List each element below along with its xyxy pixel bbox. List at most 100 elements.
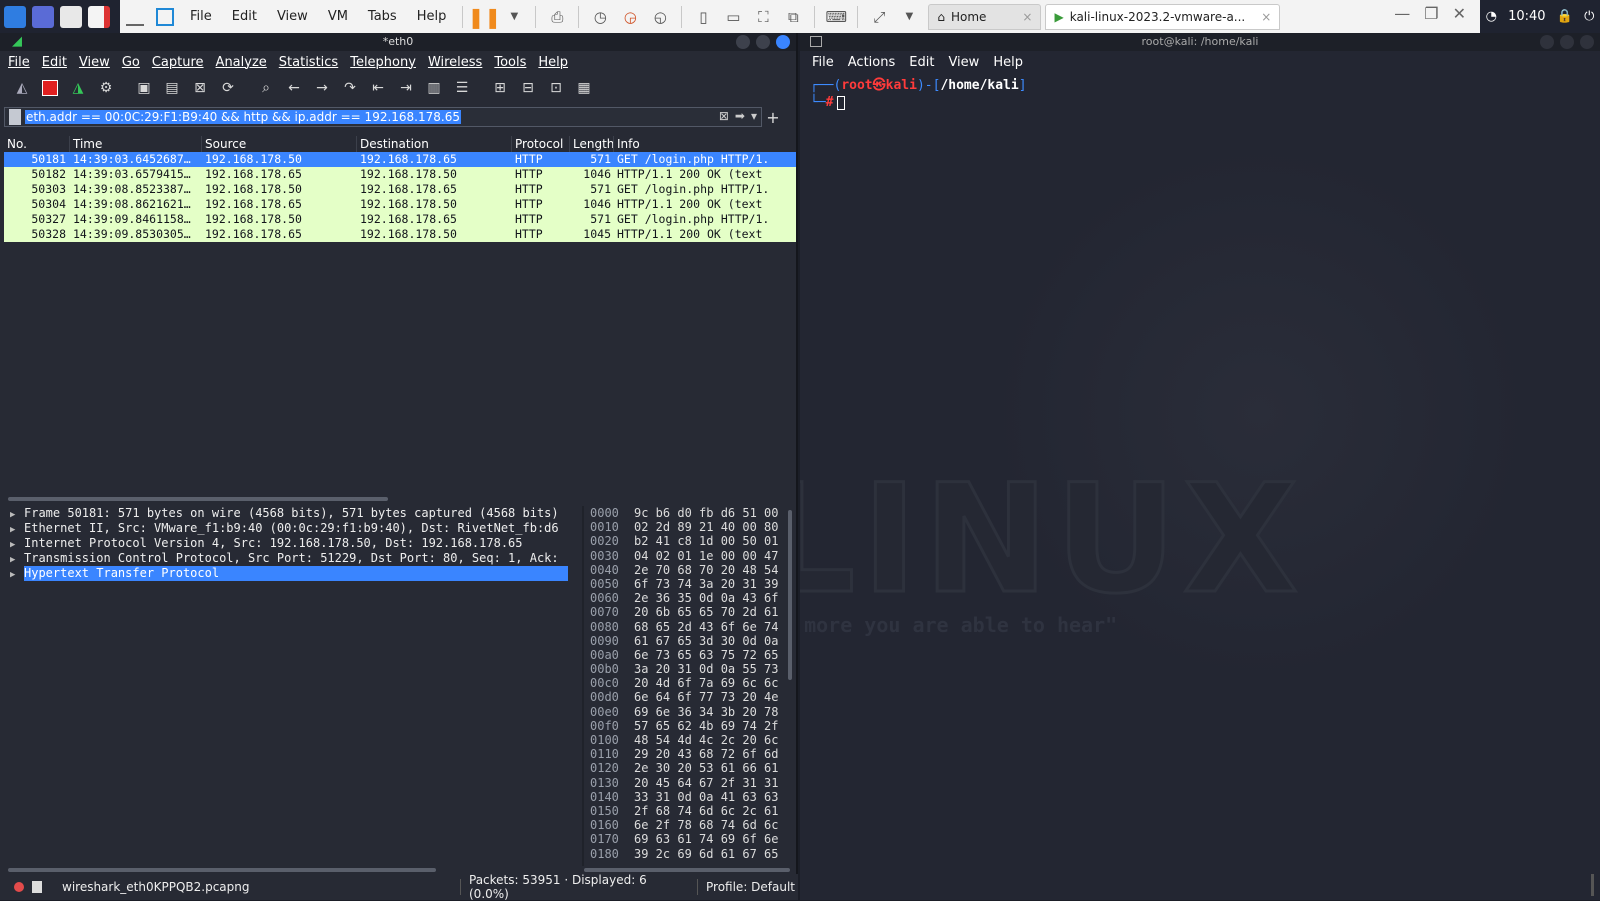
fullscreen-icon[interactable]: ⛶ [752,6,774,28]
autoscroll-icon[interactable]: ▥ [422,76,446,100]
packet-row[interactable]: 50181 14:39:03.6452687… 192.168.178.50 1… [4,152,796,167]
packet-row[interactable]: 50304 14:39:08.8621621… 192.168.178.65 1… [4,197,796,212]
hex-row[interactable]: 0150 2f 68 74 6d 6c 2c 61 [590,804,790,818]
comment-icon[interactable] [32,881,42,893]
menu-edit[interactable]: Edit [909,55,934,70]
chevron-right-icon[interactable]: ▶ [10,553,24,566]
desktop-icon[interactable] [32,5,54,28]
back-icon[interactable]: ← [282,76,306,100]
hex-row[interactable]: 0170 69 63 61 74 69 6f 6e [590,832,790,846]
zoom-out-icon[interactable]: ⊟ [516,76,540,100]
column-header-source[interactable]: Source [202,136,357,152]
normal-size-icon[interactable]: ⊡ [544,76,568,100]
hex-row[interactable]: 0110 29 20 43 68 72 6f 6d [590,747,790,761]
minimize-button[interactable] [736,35,750,49]
hex-row[interactable]: 0160 6e 2f 78 68 74 6d 6c [590,818,790,832]
display-filter-input[interactable]: eth.addr == 00:0C:29:F1:B9:40 && http &&… [4,107,762,127]
packet-row[interactable]: 50303 14:39:08.8523387… 192.168.178.50 1… [4,182,796,197]
bookmark-icon[interactable] [9,109,21,125]
tree-item-frame[interactable]: ▶ Frame 50181: 571 bytes on wire (4568 bi… [4,506,580,521]
reload-file-icon[interactable]: ⟳ [216,76,240,100]
hex-row[interactable]: 00f0 57 65 62 4b 69 74 2f [590,719,790,733]
hex-row[interactable]: 00c0 20 4d 6f 7a 69 6c 6c [590,676,790,690]
hex-row[interactable]: 0040 2e 70 68 70 20 48 54 [590,563,790,577]
lock-icon[interactable]: 🔒 [1557,9,1573,24]
hex-row[interactable]: 0140 33 31 0d 0a 41 63 63 [590,790,790,804]
hex-row[interactable]: 00b0 3a 20 31 0d 0a 55 73 [590,662,790,676]
hex-row[interactable]: 0080 68 65 2d 43 6f 6e 74 [590,620,790,634]
vm-menu-edit[interactable]: Edit [232,9,257,24]
hex-row[interactable]: 0090 61 67 65 3d 30 0d 0a [590,634,790,648]
chevron-right-icon[interactable]: ▶ [10,508,24,521]
packet-row[interactable]: 50182 14:39:03.6579415… 192.168.178.65 1… [4,167,796,182]
chevron-right-icon[interactable]: ▶ [10,568,24,581]
capture-options-icon[interactable]: ⚙ [94,76,118,100]
menu-wireless[interactable]: Wireless [428,55,482,70]
packet-list-scrollbar[interactable] [8,497,388,501]
vmware-icon[interactable] [156,7,174,26]
close-button[interactable] [776,35,790,49]
expert-info-icon[interactable] [14,882,24,892]
column-header-length[interactable]: Length [570,136,614,152]
search-icon[interactable]: ⌕ [254,76,278,100]
close-icon[interactable]: × [1022,10,1032,24]
last-packet-icon[interactable]: ⇥ [394,76,418,100]
clock[interactable]: 10:40 [1508,9,1545,24]
hex-row[interactable]: 0010 02 2d 89 21 40 00 80 [590,520,790,534]
minimize-button[interactable] [1540,35,1554,49]
column-header-time[interactable]: Time [70,136,202,152]
tree-item-ip[interactable]: ▶ Internet Protocol Version 4, Src: 192.1… [4,536,580,551]
colorize-icon[interactable]: ☰ [450,76,474,100]
menu-edit[interactable]: Edit [42,55,67,70]
menu-help[interactable]: Help [538,55,568,70]
minimize-icon[interactable]: — [1394,4,1410,23]
chevron-down-icon[interactable]: ▾ [751,109,757,123]
restart-capture-icon[interactable]: ◮ [66,76,90,100]
sidebar-icon[interactable]: ▯ [692,6,714,28]
chevron-down-icon[interactable]: ▼ [503,6,525,28]
hex-row[interactable]: 00d0 6e 64 6f 77 73 20 4e [590,690,790,704]
pin-icon[interactable] [126,8,144,26]
go-to-packet-icon[interactable]: ↷ [338,76,362,100]
filter-text[interactable]: eth.addr == 00:0C:29:F1:B9:40 && http &&… [25,110,461,124]
files-icon[interactable] [60,5,82,28]
hex-row[interactable]: 0100 48 54 4d 4c 2c 20 6c [590,733,790,747]
apply-filter-icon[interactable]: ➡ [735,109,745,123]
tab-kali-vm[interactable]: ▶ kali-linux-2023.2-vmware-a... × [1045,3,1281,30]
terminal-output[interactable]: ┌──(root㉿kali)-[/home/kali] └─# [800,73,1600,115]
editor-icon[interactable] [88,5,110,28]
menu-actions[interactable]: Actions [848,55,896,70]
packet-row[interactable]: 50327 14:39:09.8461158… 192.168.178.50 1… [4,212,796,227]
bytes-h-scrollbar[interactable] [584,868,790,872]
pause-icon[interactable]: ❚❚ [468,5,502,29]
tree-item-tcp[interactable]: ▶ Transmission Control Protocol, Src Port… [4,551,580,566]
stop-capture-icon[interactable] [38,76,62,100]
bytes-scrollbar[interactable] [788,510,792,680]
menu-telephony[interactable]: Telephony [350,55,416,70]
hex-row[interactable]: 0120 2e 30 20 53 61 66 61 [590,761,790,775]
save-file-icon[interactable]: ▤ [160,76,184,100]
chevron-down-icon[interactable]: ▼ [898,6,920,28]
close-button[interactable] [1580,35,1594,49]
tree-item-http[interactable]: ▶ Hypertext Transfer Protocol [4,566,580,581]
add-filter-button[interactable]: + [762,108,784,127]
first-packet-icon[interactable]: ⇤ [366,76,390,100]
menu-tools[interactable]: Tools [494,55,526,70]
hex-row[interactable]: 0130 20 45 64 67 2f 31 31 [590,776,790,790]
menu-go[interactable]: Go [122,55,140,70]
column-header-info[interactable]: Info [614,136,796,152]
stretch-icon[interactable]: ⤢ [868,6,890,28]
hex-row[interactable]: 0050 6f 73 74 3a 20 31 39 [590,577,790,591]
menu-file[interactable]: File [812,55,834,70]
close-icon[interactable]: ✕ [1453,4,1466,23]
start-capture-icon[interactable]: ◭ [10,76,34,100]
menu-capture[interactable]: Capture [152,55,204,70]
hex-row[interactable]: 00a0 6e 73 65 63 75 72 65 [590,648,790,662]
vm-menu-view[interactable]: View [277,9,308,24]
tree-item-ethernet[interactable]: ▶ Ethernet II, Src: VMware_f1:b9:40 (00:0… [4,521,580,536]
menu-file[interactable]: File [8,55,30,70]
vm-menu-vm[interactable]: VM [328,9,348,24]
maximize-button[interactable] [756,35,770,49]
profile-selector[interactable]: Profile: Default [706,880,795,894]
snapshot-manager-icon[interactable]: ◵ [649,6,671,28]
